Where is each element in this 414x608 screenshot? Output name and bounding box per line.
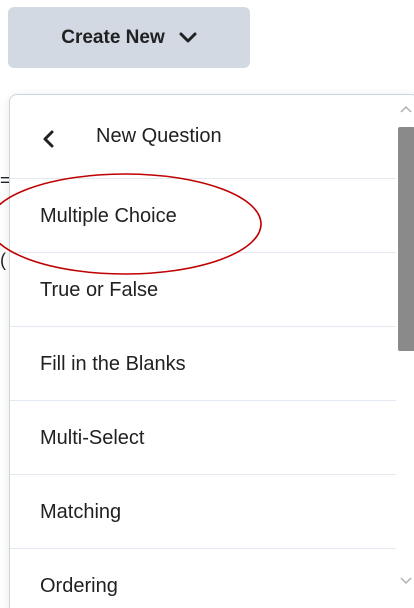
menu-item-label: Matching — [40, 501, 122, 523]
menu-item-multi-select[interactable]: Multi-Select — [10, 401, 396, 475]
create-new-button[interactable]: Create New — [8, 7, 250, 68]
menu-item-label: Fill in the Blanks — [40, 353, 186, 375]
menu-item-label: True or False — [40, 279, 159, 301]
menu-item-matching[interactable]: Matching — [10, 475, 396, 549]
menu-item-label: Multiple Choice — [40, 205, 177, 227]
background-glyph: ( — [0, 250, 6, 270]
menu-item-true-or-false[interactable]: True or False — [10, 253, 396, 327]
new-question-menu: New Question Multiple Choice True or Fal… — [9, 94, 414, 608]
chevron-up-icon[interactable] — [400, 105, 412, 113]
create-new-label: Create New — [61, 26, 165, 48]
menu-header-title: New Question — [96, 125, 222, 147]
menu-item-label: Ordering — [40, 575, 118, 597]
menu-scrollbar[interactable] — [394, 95, 414, 608]
menu-header: New Question — [10, 95, 396, 179]
menu-item-ordering[interactable]: Ordering — [10, 549, 396, 608]
chevron-down-icon — [179, 32, 197, 42]
page: Create New = ( New Question Multiple Cho… — [0, 0, 414, 608]
chevron-down-icon[interactable] — [400, 577, 412, 585]
menu-item-label: Multi-Select — [40, 427, 145, 449]
menu-item-fill-in-the-blanks[interactable]: Fill in the Blanks — [10, 327, 396, 401]
chevron-left-icon[interactable] — [40, 129, 56, 149]
menu-item-multiple-choice[interactable]: Multiple Choice — [10, 179, 396, 253]
scroll-thumb[interactable] — [398, 127, 414, 351]
